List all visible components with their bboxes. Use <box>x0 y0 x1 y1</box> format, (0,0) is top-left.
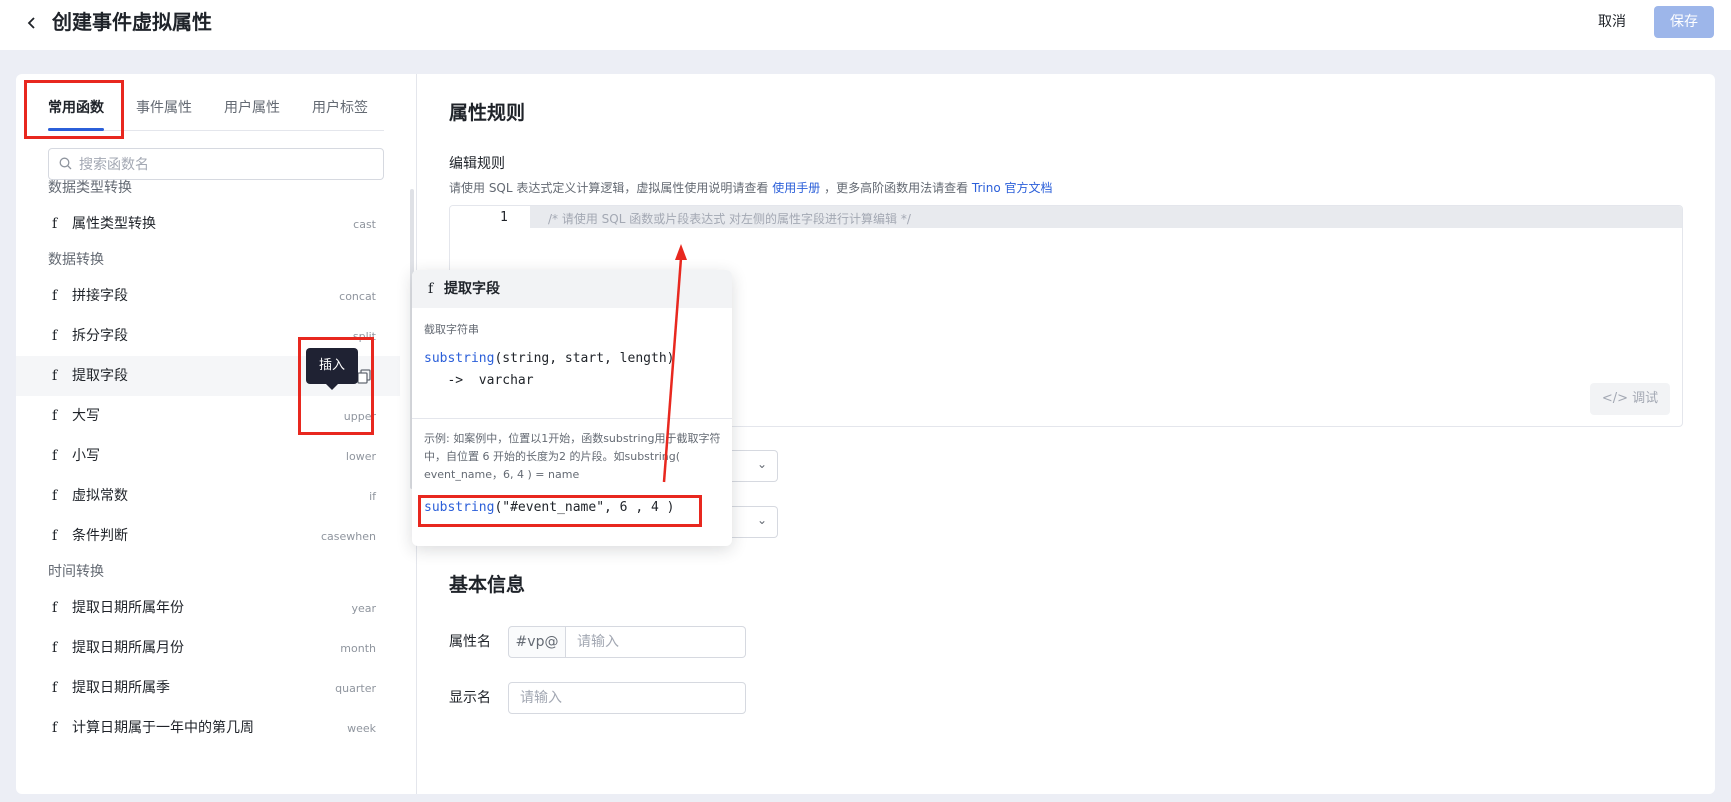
function-code: casewhen <box>321 530 376 543</box>
basic-info-title: 基本信息 <box>449 574 526 596</box>
signature-args: (string, start, length) <box>494 351 675 366</box>
function-label: 提取日期所属年份 <box>72 600 184 616</box>
group-title-time-conversion: 时间转换 <box>48 564 104 580</box>
function-label: 计算日期属于一年中的第几周 <box>72 720 254 736</box>
display-name-label: 显示名 <box>449 690 491 706</box>
function-signature: substring(string, start, length) -> varc… <box>424 348 674 392</box>
function-label: 提取日期所属季 <box>72 680 170 696</box>
signature-function-name: substring <box>424 351 495 366</box>
example-code: substring("#event_name", 6 , 4 ) <box>424 498 674 518</box>
tooltip-arrow <box>326 384 338 390</box>
cancel-button[interactable]: 取消 <box>1584 10 1640 34</box>
list-item[interactable]: f 提取日期所属年份 year <box>16 588 400 628</box>
function-icon: f <box>52 680 58 696</box>
chevron-left-icon[interactable] <box>24 13 40 33</box>
function-code: month <box>340 642 376 655</box>
debug-button[interactable]: </> 调试 <box>1590 383 1670 415</box>
function-label: 小写 <box>72 448 100 464</box>
list-item[interactable]: f 条件判断 casewhen <box>16 516 400 556</box>
search-icon <box>59 157 72 170</box>
list-item[interactable]: f 小写 lower <box>16 436 400 476</box>
function-code: week <box>347 722 376 735</box>
line-number: 1 <box>500 210 508 225</box>
example-description: 示例: 如案例中，位置以1开始，函数substring用于截取字符中，自位置 6… <box>424 432 721 481</box>
popover-header: f 提取字段 <box>412 270 732 308</box>
function-label: 虚拟常数 <box>72 488 128 504</box>
function-icon: f <box>52 528 58 544</box>
popover-divider <box>412 418 732 419</box>
rule-description: 请使用 SQL 表达式定义计算逻辑，虚拟属性使用说明请查看 使用手册 ，更多高阶… <box>449 179 1053 197</box>
function-code: lower <box>345 450 376 463</box>
function-label: 提取字段 <box>72 368 128 384</box>
function-code: upper <box>343 410 376 423</box>
function-label: 拼接字段 <box>72 288 128 304</box>
list-item[interactable]: f 计算日期属于一年中的第几周 week <box>16 708 400 748</box>
function-detail-popover: f 提取字段 截取字符串 substring(string, start, le… <box>412 270 732 546</box>
list-item[interactable]: f 属性类型转换 cast <box>16 204 400 244</box>
list-item[interactable]: f 提取日期所属季 quarter <box>16 668 400 708</box>
function-label: 大写 <box>72 408 100 424</box>
property-name-prefix: #vp@ <box>508 626 566 658</box>
function-icon: f <box>52 288 58 304</box>
list-item[interactable]: f 拼接字段 concat <box>16 276 400 316</box>
function-label: 拆分字段 <box>72 328 128 344</box>
insert-tooltip: 插入 <box>306 348 358 384</box>
function-label: 属性类型转换 <box>72 216 156 232</box>
top-bar: 创建事件虚拟属性 取消 保存 <box>0 0 1731 50</box>
save-button[interactable]: 保存 <box>1654 6 1714 38</box>
tab-event-properties[interactable]: 事件属性 <box>136 98 192 118</box>
description-text: ，更多高阶函数用法请查看 <box>824 181 969 195</box>
chevron-down-icon: ⌄ <box>756 513 767 527</box>
function-code: split <box>352 330 376 343</box>
function-icon: f <box>52 488 58 504</box>
description-text: 请使用 SQL 表达式定义计算逻辑，虚拟属性使用说明请查看 <box>449 181 769 195</box>
function-icon: f <box>52 368 58 384</box>
tab-user-properties[interactable]: 用户属性 <box>224 98 280 118</box>
function-label: 条件判断 <box>72 528 128 544</box>
list-item[interactable]: f 大写 upper <box>16 396 400 436</box>
function-icon: f <box>52 600 58 616</box>
function-code: year <box>351 602 376 615</box>
edit-rule-label: 编辑规则 <box>449 156 505 172</box>
function-search <box>48 148 384 180</box>
group-title-type-conversion: 数据类型转换 <box>48 180 132 196</box>
function-icon: f <box>52 640 58 656</box>
function-code: if <box>369 490 376 503</box>
function-code: cast <box>353 218 376 231</box>
display-name-input[interactable] <box>508 682 746 714</box>
function-code: quarter <box>335 682 376 695</box>
function-code: concat <box>339 290 376 303</box>
group-title-data-conversion: 数据转换 <box>48 252 104 268</box>
search-input[interactable] <box>79 155 369 175</box>
active-tab-indicator <box>48 128 104 131</box>
function-label: 提取日期所属月份 <box>72 640 184 656</box>
property-name-label: 属性名 <box>449 634 491 650</box>
popover-title: 提取字段 <box>444 281 500 297</box>
property-name-input[interactable] <box>566 626 746 658</box>
trino-docs-link[interactable]: Trino 官方文档 <box>972 181 1053 195</box>
function-icon: f <box>52 216 58 232</box>
function-icon: f <box>52 448 58 464</box>
manual-link[interactable]: 使用手册 <box>772 181 820 195</box>
rule-section-title: 属性规则 <box>449 102 526 124</box>
function-tabs: 常用函数 事件属性 用户属性 用户标签 <box>48 98 384 131</box>
function-icon: f <box>428 281 434 297</box>
example-args: ("#event_name", 6 , 4 ) <box>494 500 675 515</box>
list-item[interactable]: f 虚拟常数 if <box>16 476 400 516</box>
editor-placeholder: /* 请使用 SQL 函数或片段表达式 对左侧的属性字段进行计算编辑 */ <box>548 212 911 226</box>
popover-subtitle: 截取字符串 <box>424 323 479 336</box>
signature-return: -> varchar <box>424 373 534 388</box>
function-icon: f <box>52 328 58 344</box>
chevron-down-icon: ⌄ <box>756 457 767 471</box>
list-item[interactable]: f 提取日期所属月份 month <box>16 628 400 668</box>
function-panel: 常用函数 事件属性 用户属性 用户标签 数据类型转换 f 属性类型转换 cast… <box>16 74 416 794</box>
example-function-name: substring <box>424 500 495 515</box>
page-title: 创建事件虚拟属性 <box>52 10 212 34</box>
function-icon: f <box>52 720 58 736</box>
tab-user-tags[interactable]: 用户标签 <box>312 98 368 118</box>
tab-common-functions[interactable]: 常用函数 <box>48 98 104 118</box>
function-icon: f <box>52 408 58 424</box>
